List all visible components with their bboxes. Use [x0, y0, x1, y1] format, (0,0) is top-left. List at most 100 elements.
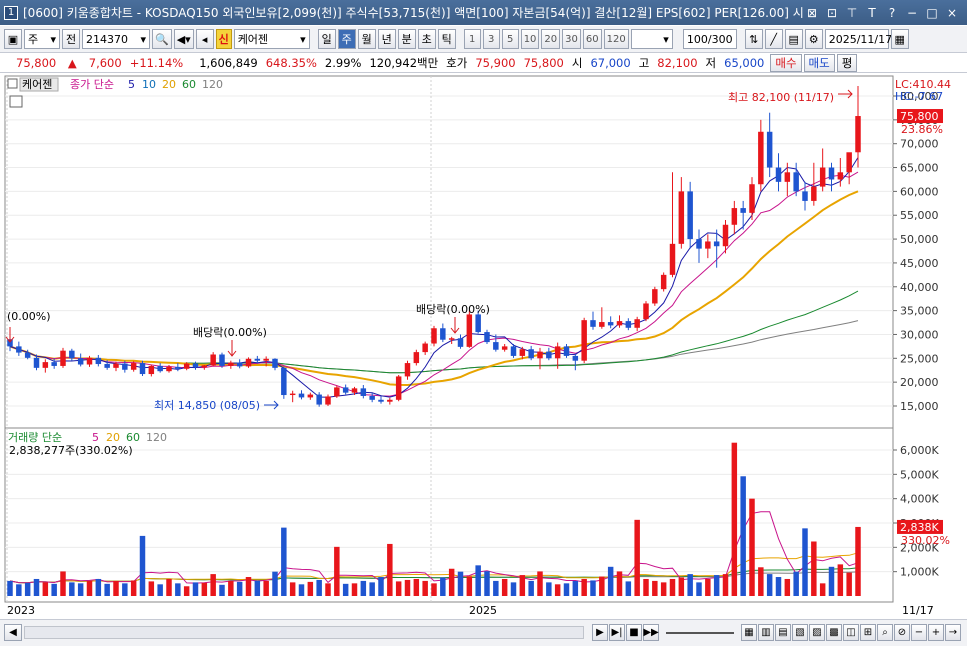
fast-forward-icon[interactable]: ▶▶ — [643, 624, 659, 641]
volume-bar — [130, 580, 137, 596]
x-label-last: 11/17 — [902, 604, 934, 617]
speaker-icon[interactable]: ◀▾ — [173, 29, 194, 49]
zoom-search-icon[interactable]: ⌕ — [877, 624, 893, 641]
min-price-annotation: 최저 14,850 (08/05) — [154, 399, 260, 412]
candle-body — [175, 366, 181, 369]
horizontal-scrollbar[interactable] — [24, 626, 584, 639]
stop-icon[interactable]: ■ — [626, 624, 642, 641]
volume-bar — [758, 567, 764, 596]
candle-body — [24, 352, 31, 358]
scroll-right-icon[interactable]: → — [945, 624, 961, 641]
zoom-in-icon[interactable]: + — [928, 624, 944, 641]
layout-icon[interactable]: ▣ — [4, 29, 22, 49]
play-icon[interactable]: ▶ — [592, 624, 608, 641]
volume-bar — [86, 580, 93, 596]
chart-tool-icon-8[interactable]: ⊞ — [860, 624, 876, 641]
market-type-select[interactable]: 주 ▾ — [24, 29, 60, 49]
restore-layout-icon[interactable]: ⊡ — [825, 6, 839, 20]
scroll-left-icon[interactable]: ◀ — [4, 624, 22, 641]
volume-bar — [740, 476, 746, 596]
count-field[interactable]: 100/300 — [682, 29, 737, 49]
interval-custom-select[interactable]: ▾ — [630, 29, 673, 49]
chart-tool-icon-6[interactable]: ▩ — [826, 624, 842, 641]
candle-body — [669, 243, 676, 275]
period-second[interactable]: 초 — [417, 29, 436, 49]
interval-30[interactable]: 30 — [562, 29, 581, 49]
period-tick[interactable]: 틱 — [437, 29, 456, 49]
chart-tool-icon-2[interactable]: ▥ — [758, 624, 774, 641]
pin-icon[interactable]: ⊤ — [845, 6, 859, 20]
candle-body — [855, 116, 861, 153]
eval-button[interactable]: 평 — [836, 53, 858, 72]
prev-arrow-icon[interactable]: ◂ — [195, 29, 214, 49]
chart-tool-icon-4[interactable]: ▧ — [792, 624, 808, 641]
interval-3[interactable]: 3 — [482, 29, 500, 49]
minimize-button[interactable]: − — [905, 6, 919, 20]
volume-bar — [660, 582, 667, 596]
interval-5[interactable]: 5 — [501, 29, 519, 49]
settings-gear-icon[interactable]: ⚙ — [804, 29, 823, 49]
step-icon[interactable]: ▶| — [609, 624, 625, 641]
candle-body — [519, 349, 526, 356]
candle-body — [422, 343, 428, 353]
dividend-annotation-2: 배당락(0.00%) — [416, 303, 490, 316]
volume-bar — [802, 528, 808, 596]
candle-body — [104, 364, 110, 368]
candle-body — [537, 351, 543, 359]
save-icon[interactable]: ▤ — [784, 29, 803, 49]
volume-bar — [236, 581, 243, 596]
grid-toggle-icon[interactable] — [9, 95, 23, 108]
font-icon[interactable]: T — [865, 6, 879, 20]
chart-tool-icon-3[interactable]: ▤ — [775, 624, 791, 641]
hc-label: HC:-7.67 — [895, 90, 943, 103]
reset-icon[interactable]: ⊘ — [894, 624, 910, 641]
period-week[interactable]: 주 — [337, 29, 356, 49]
volume-bar — [572, 580, 579, 596]
close-button[interactable]: × — [945, 6, 959, 20]
interval-10[interactable]: 10 — [520, 29, 540, 49]
interval-120[interactable]: 120 — [603, 29, 629, 49]
interval-1[interactable]: 1 — [463, 29, 481, 49]
hoga-label: 호가 — [446, 55, 468, 70]
chart-tool-icon-5[interactable]: ▨ — [809, 624, 825, 641]
zoom-slider[interactable] — [666, 626, 734, 639]
volume-bar — [475, 565, 481, 596]
volume-bar — [104, 583, 110, 596]
interval-60[interactable]: 60 — [582, 29, 602, 49]
period-minute[interactable]: 분 — [397, 29, 416, 49]
buy-button[interactable]: 매수 — [770, 53, 802, 72]
sell-button[interactable]: 매도 — [803, 53, 835, 72]
stock-name-field[interactable]: 케어젠 ▾ — [233, 29, 310, 49]
volume-bar — [828, 566, 835, 596]
help-icon[interactable]: ? — [885, 6, 899, 20]
indicator-icon[interactable]: ⇅ — [744, 29, 763, 49]
draw-tool-icon[interactable]: ╱ — [764, 29, 783, 49]
interval-20[interactable]: 20 — [541, 29, 561, 49]
current-volume-text: 2,838K — [900, 521, 939, 534]
scope-button[interactable]: 전 — [62, 29, 80, 49]
volume-bar — [413, 578, 420, 596]
zoom-out-icon[interactable]: − — [911, 624, 927, 641]
volume-bar — [113, 580, 119, 596]
period-year[interactable]: 년 — [377, 29, 396, 49]
stock-chart[interactable]: 80,00075,00070,00065,00060,00055,00050,0… — [0, 74, 967, 619]
maximize-button[interactable]: □ — [925, 6, 939, 20]
link-icon[interactable]: ⊠ — [805, 6, 819, 20]
search-icon[interactable]: 🔍 — [152, 29, 172, 49]
period-day[interactable]: 일 — [317, 29, 336, 49]
period-month[interactable]: 월 — [357, 29, 376, 49]
trade-volume: 1,606,849 — [199, 55, 258, 70]
chart-area[interactable]: 80,00075,00070,00065,00060,00055,00050,0… — [0, 74, 967, 619]
volume-bar — [793, 571, 799, 596]
price-axis-label: 45,000 — [900, 257, 939, 270]
panel-menu-icon[interactable] — [7, 78, 18, 89]
candle-body — [272, 358, 278, 368]
stock-code-input[interactable]: 214370 ▾ — [82, 29, 150, 49]
candle-body — [713, 241, 720, 247]
chart-tool-icon-1[interactable]: ▦ — [741, 624, 757, 641]
date-field[interactable]: 2025/11/17 — [824, 29, 892, 49]
calendar-icon[interactable]: ▦ — [890, 29, 909, 49]
volume-bar — [219, 584, 225, 596]
chart-tool-icon-7[interactable]: ◫ — [843, 624, 859, 641]
high-price: 82,100 — [657, 55, 698, 70]
